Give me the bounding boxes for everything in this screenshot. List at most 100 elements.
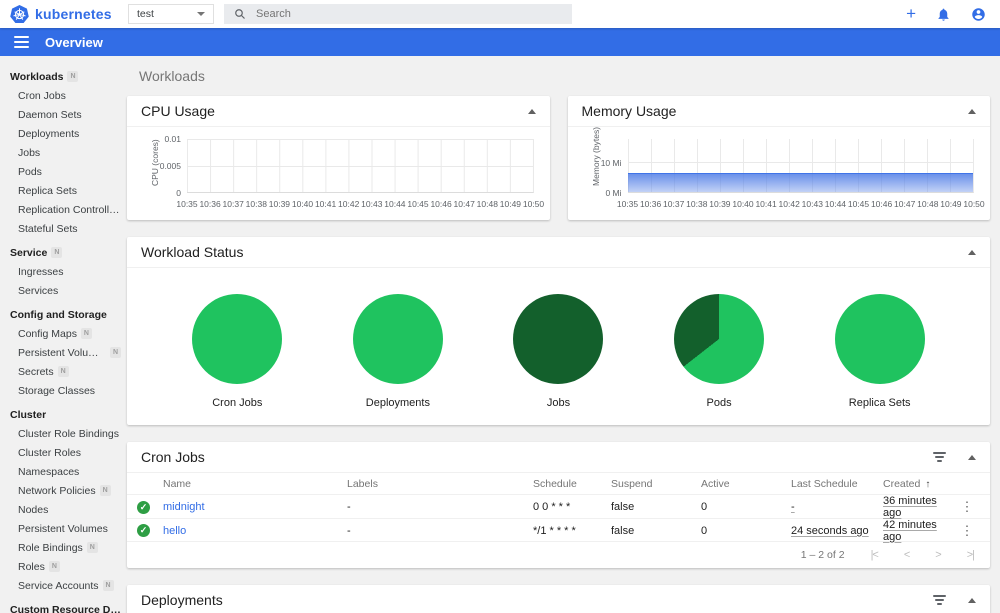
- sidebar-item[interactable]: Cluster Roles: [10, 443, 121, 462]
- sidebar-item[interactable]: Service Accounts N: [10, 576, 121, 595]
- collapse-icon[interactable]: [527, 108, 536, 114]
- search-icon: [235, 9, 245, 19]
- namespaced-badge: N: [99, 485, 111, 496]
- menu-hamburger-icon[interactable]: [14, 36, 29, 48]
- page-nav-bar: Overview: [0, 28, 1000, 56]
- cell-created: 36 minutes ago: [883, 495, 937, 519]
- column-header-labels[interactable]: Labels: [347, 478, 533, 490]
- x-tick: 10:40: [291, 199, 314, 209]
- x-tick: 10:47: [894, 199, 916, 209]
- collapse-icon[interactable]: [968, 108, 976, 114]
- notifications-bell-icon[interactable]: [936, 7, 951, 22]
- sidebar-item[interactable]: Persistent Volume Claims N: [10, 343, 121, 362]
- sidebar-item[interactable]: Namespaces: [10, 462, 121, 481]
- pie-chart[interactable]: [192, 294, 283, 384]
- x-tick: 10:41: [314, 199, 337, 209]
- sidebar-item[interactable]: Role Bindings N: [10, 538, 121, 557]
- sidebar-item[interactable]: Stateful Sets: [10, 219, 121, 238]
- search-input[interactable]: [256, 8, 562, 20]
- namespace-select[interactable]: test: [128, 4, 214, 24]
- sidebar-item[interactable]: Daemon Sets: [10, 105, 121, 124]
- pie-chart[interactable]: [352, 294, 443, 384]
- sidebar-item[interactable]: Ingresses: [10, 262, 121, 281]
- status-ok-icon: ✓: [137, 500, 150, 514]
- resource-name-link[interactable]: hello: [163, 525, 347, 537]
- workload-status-pie: Pods: [674, 294, 765, 409]
- last-page-button[interactable]: >|: [967, 549, 975, 561]
- next-page-button[interactable]: >: [935, 549, 942, 561]
- sidebar-item[interactable]: Service N: [10, 243, 121, 262]
- sidebar-item[interactable]: Cluster: [10, 405, 121, 424]
- sidebar-item[interactable]: Replication Controllers: [10, 200, 121, 219]
- column-header-name[interactable]: Name: [163, 478, 347, 490]
- table-row[interactable]: ✓ hello - */1 * * * * false 0 24 seconds…: [127, 519, 990, 543]
- table-row[interactable]: ✓ midnight - 0 0 * * * false 0 - 36 minu…: [127, 495, 990, 519]
- sidebar-item[interactable]: Nodes: [10, 500, 121, 519]
- pie-chart[interactable]: [674, 294, 765, 384]
- cpu-usage-card: CPU Usage CPU (cores) 0.01 0.005 0 10:35…: [127, 96, 550, 220]
- sidebar-item[interactable]: Storage Classes: [10, 381, 121, 400]
- search-bar[interactable]: [224, 4, 572, 24]
- cell-last-schedule: -: [791, 501, 795, 513]
- x-tick: 10:42: [778, 199, 800, 209]
- sidebar-item-label: Namespaces: [18, 465, 80, 478]
- sidebar-item[interactable]: Roles N: [10, 557, 121, 576]
- column-header-suspend[interactable]: Suspend: [611, 478, 701, 490]
- kubernetes-logo[interactable]: kubernetes: [10, 4, 128, 24]
- y-axis-label: Memory (bytes): [590, 126, 601, 186]
- sort-arrow-icon: ↑: [925, 478, 931, 490]
- row-menu-button[interactable]: ⋮: [954, 499, 980, 515]
- collapse-icon[interactable]: [968, 454, 976, 460]
- table-header-row: Name Labels Schedule Suspend Active Last…: [127, 473, 990, 495]
- main-content: Workloads CPU Usage CPU (cores) 0.01 0.0…: [125, 56, 1000, 613]
- sidebar-item[interactable]: Services: [10, 281, 121, 300]
- sidebar-item-label: Workloads: [10, 70, 64, 83]
- sidebar-item-label: Nodes: [18, 503, 49, 516]
- pie-chart[interactable]: [834, 294, 925, 384]
- pie-chart[interactable]: [513, 294, 604, 384]
- sidebar-item-label: Replica Sets: [18, 184, 77, 197]
- prev-page-button[interactable]: <: [904, 549, 911, 561]
- sidebar-item[interactable]: Replica Sets: [10, 181, 121, 200]
- sidebar-item-label: Jobs: [18, 146, 41, 159]
- sidebar-item-label: Service Accounts: [18, 579, 99, 592]
- sidebar-item[interactable]: Deployments: [10, 124, 121, 143]
- filter-icon[interactable]: [932, 452, 946, 462]
- filter-icon[interactable]: [932, 595, 946, 605]
- sidebar-item[interactable]: Jobs: [10, 143, 121, 162]
- column-header-active[interactable]: Active: [701, 478, 791, 490]
- sidebar-item-label: Services: [18, 284, 59, 297]
- column-header-created[interactable]: Created ↑: [883, 478, 954, 490]
- sidebar-item[interactable]: Secrets N: [10, 362, 121, 381]
- y-axis-label: CPU (cores): [150, 139, 160, 186]
- sidebar-item[interactable]: Config Maps N: [10, 324, 121, 343]
- resource-name-link[interactable]: midnight: [163, 501, 347, 513]
- collapse-icon[interactable]: [968, 249, 976, 255]
- card-title: Deployments: [141, 592, 223, 608]
- cpu-chart: CPU (cores) 0.01 0.005 0 10:35 10:36 10:37…: [150, 134, 544, 209]
- sidebar-item[interactable]: Network Policies N: [10, 481, 121, 500]
- sidebar-item[interactable]: Persistent Volumes: [10, 519, 121, 538]
- sidebar-item-label: Secrets: [18, 365, 54, 378]
- x-tick: 10:46: [870, 199, 893, 209]
- sidebar-item[interactable]: Workloads N: [10, 67, 121, 86]
- column-header-last-schedule[interactable]: Last Schedule: [791, 478, 883, 490]
- sidebar-item[interactable]: Pods: [10, 162, 121, 181]
- x-tick: 10:37: [663, 199, 685, 209]
- sidebar-item[interactable]: Config and Storage: [10, 305, 121, 324]
- x-tick: 10:35: [616, 199, 639, 209]
- sidebar-item[interactable]: Cluster Role Bindings: [10, 424, 121, 443]
- create-button[interactable]: +: [906, 5, 916, 22]
- row-menu-button[interactable]: ⋮: [954, 523, 980, 539]
- sidebar-item-label: Role Bindings: [18, 541, 83, 554]
- namespaced-badge: N: [102, 580, 114, 591]
- sidebar-item[interactable]: Cron Jobs: [10, 86, 121, 105]
- pie-label: Replica Sets: [848, 397, 911, 409]
- cell-active: 0: [701, 524, 708, 537]
- account-circle-icon[interactable]: [971, 7, 986, 22]
- column-header-schedule[interactable]: Schedule: [533, 478, 611, 490]
- collapse-icon[interactable]: [968, 597, 976, 603]
- sidebar-item[interactable]: Custom Resource Definitions: [10, 600, 121, 613]
- first-page-button[interactable]: |<: [871, 549, 879, 561]
- x-tick: 10:37: [222, 199, 244, 209]
